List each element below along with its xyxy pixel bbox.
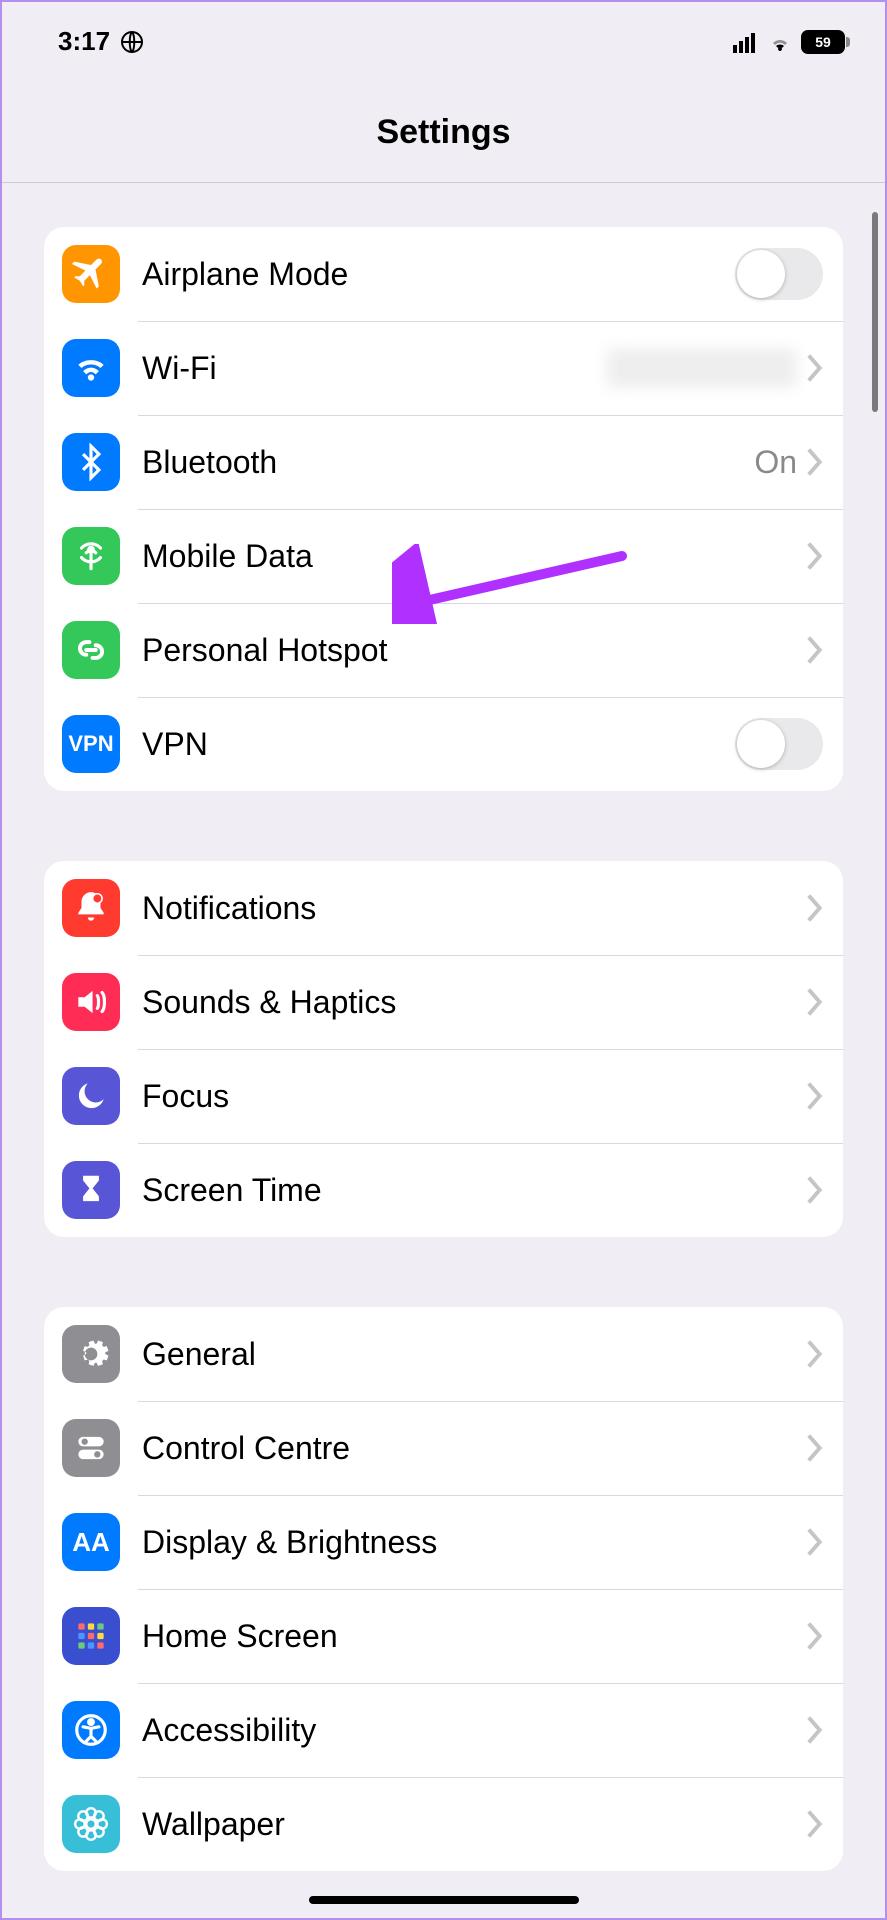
row-label: General <box>142 1336 807 1373</box>
chevron-right-icon <box>807 1622 823 1650</box>
row-label: Notifications <box>142 890 807 927</box>
chevron-right-icon <box>807 636 823 664</box>
airplane-icon <box>62 245 120 303</box>
bluetooth-value: On <box>754 444 797 481</box>
airplane-toggle[interactable] <box>735 248 823 300</box>
wifi-icon <box>62 339 120 397</box>
bell-icon <box>62 879 120 937</box>
chevron-right-icon <box>807 1176 823 1204</box>
row-label: Focus <box>142 1078 807 1115</box>
wifi-network-value <box>607 348 797 388</box>
row-label: Display & Brightness <box>142 1524 807 1561</box>
bluetooth-icon <box>62 433 120 491</box>
row-label: Personal Hotspot <box>142 632 807 669</box>
chevron-right-icon <box>807 1716 823 1744</box>
switches-icon <box>62 1419 120 1477</box>
row-label: Sounds & Haptics <box>142 984 807 1021</box>
chevron-right-icon <box>807 1340 823 1368</box>
row-focus[interactable]: Focus <box>44 1049 843 1143</box>
row-sounds-haptics[interactable]: Sounds & Haptics <box>44 955 843 1049</box>
row-label: Control Centre <box>142 1430 807 1467</box>
scroll-indicator <box>872 212 878 412</box>
home-indicator[interactable] <box>309 1896 579 1904</box>
chevron-right-icon <box>807 1528 823 1556</box>
hotspot-icon <box>62 621 120 679</box>
hourglass-icon <box>62 1161 120 1219</box>
page-title: Settings <box>2 57 885 183</box>
group-connectivity: Airplane Mode Wi-Fi Bluetooth On <box>44 227 843 791</box>
antenna-icon <box>62 527 120 585</box>
row-accessibility[interactable]: Accessibility <box>44 1683 843 1777</box>
chevron-right-icon <box>807 354 823 382</box>
chevron-right-icon <box>807 1810 823 1838</box>
vpn-icon: VPN <box>62 715 120 773</box>
accessibility-icon <box>62 1701 120 1759</box>
status-bar: 3:17 59 <box>2 2 885 57</box>
status-time: 3:17 <box>58 26 110 57</box>
row-general[interactable]: General <box>44 1307 843 1401</box>
row-mobile-data[interactable]: Mobile Data <box>44 509 843 603</box>
gear-icon <box>62 1325 120 1383</box>
aa-icon: AA <box>62 1513 120 1571</box>
row-label: Home Screen <box>142 1618 807 1655</box>
row-personal-hotspot[interactable]: Personal Hotspot <box>44 603 843 697</box>
chevron-right-icon <box>807 894 823 922</box>
group-alerts: Notifications Sounds & Haptics Focus Scr… <box>44 861 843 1237</box>
row-vpn[interactable]: VPN VPN <box>44 697 843 791</box>
row-bluetooth[interactable]: Bluetooth On <box>44 415 843 509</box>
row-label: VPN <box>142 726 735 763</box>
row-display-brightness[interactable]: AA Display & Brightness <box>44 1495 843 1589</box>
row-wifi[interactable]: Wi-Fi <box>44 321 843 415</box>
row-home-screen[interactable]: Home Screen <box>44 1589 843 1683</box>
group-device: General Control Centre AA Display & Brig… <box>44 1307 843 1871</box>
row-control-centre[interactable]: Control Centre <box>44 1401 843 1495</box>
grid-icon <box>62 1607 120 1665</box>
battery-icon: 59 <box>801 30 845 54</box>
speaker-icon <box>62 973 120 1031</box>
row-airplane-mode[interactable]: Airplane Mode <box>44 227 843 321</box>
row-label: Bluetooth <box>142 444 754 481</box>
chevron-right-icon <box>807 1434 823 1462</box>
chevron-right-icon <box>807 1082 823 1110</box>
location-globe-icon <box>120 30 144 54</box>
row-wallpaper[interactable]: Wallpaper <box>44 1777 843 1871</box>
chevron-right-icon <box>807 988 823 1016</box>
settings-list: Airplane Mode Wi-Fi Bluetooth On <box>2 183 885 1871</box>
row-label: Airplane Mode <box>142 256 735 293</box>
row-label: Wi-Fi <box>142 350 607 387</box>
row-label: Wallpaper <box>142 1806 807 1843</box>
row-notifications[interactable]: Notifications <box>44 861 843 955</box>
cellular-signal-icon <box>733 31 759 53</box>
vpn-toggle[interactable] <box>735 718 823 770</box>
flower-icon <box>62 1795 120 1853</box>
row-screen-time[interactable]: Screen Time <box>44 1143 843 1237</box>
row-label: Accessibility <box>142 1712 807 1749</box>
chevron-right-icon <box>807 542 823 570</box>
row-label: Mobile Data <box>142 538 807 575</box>
row-label: Screen Time <box>142 1172 807 1209</box>
chevron-right-icon <box>807 448 823 476</box>
moon-icon <box>62 1067 120 1125</box>
wifi-status-icon <box>767 31 793 53</box>
